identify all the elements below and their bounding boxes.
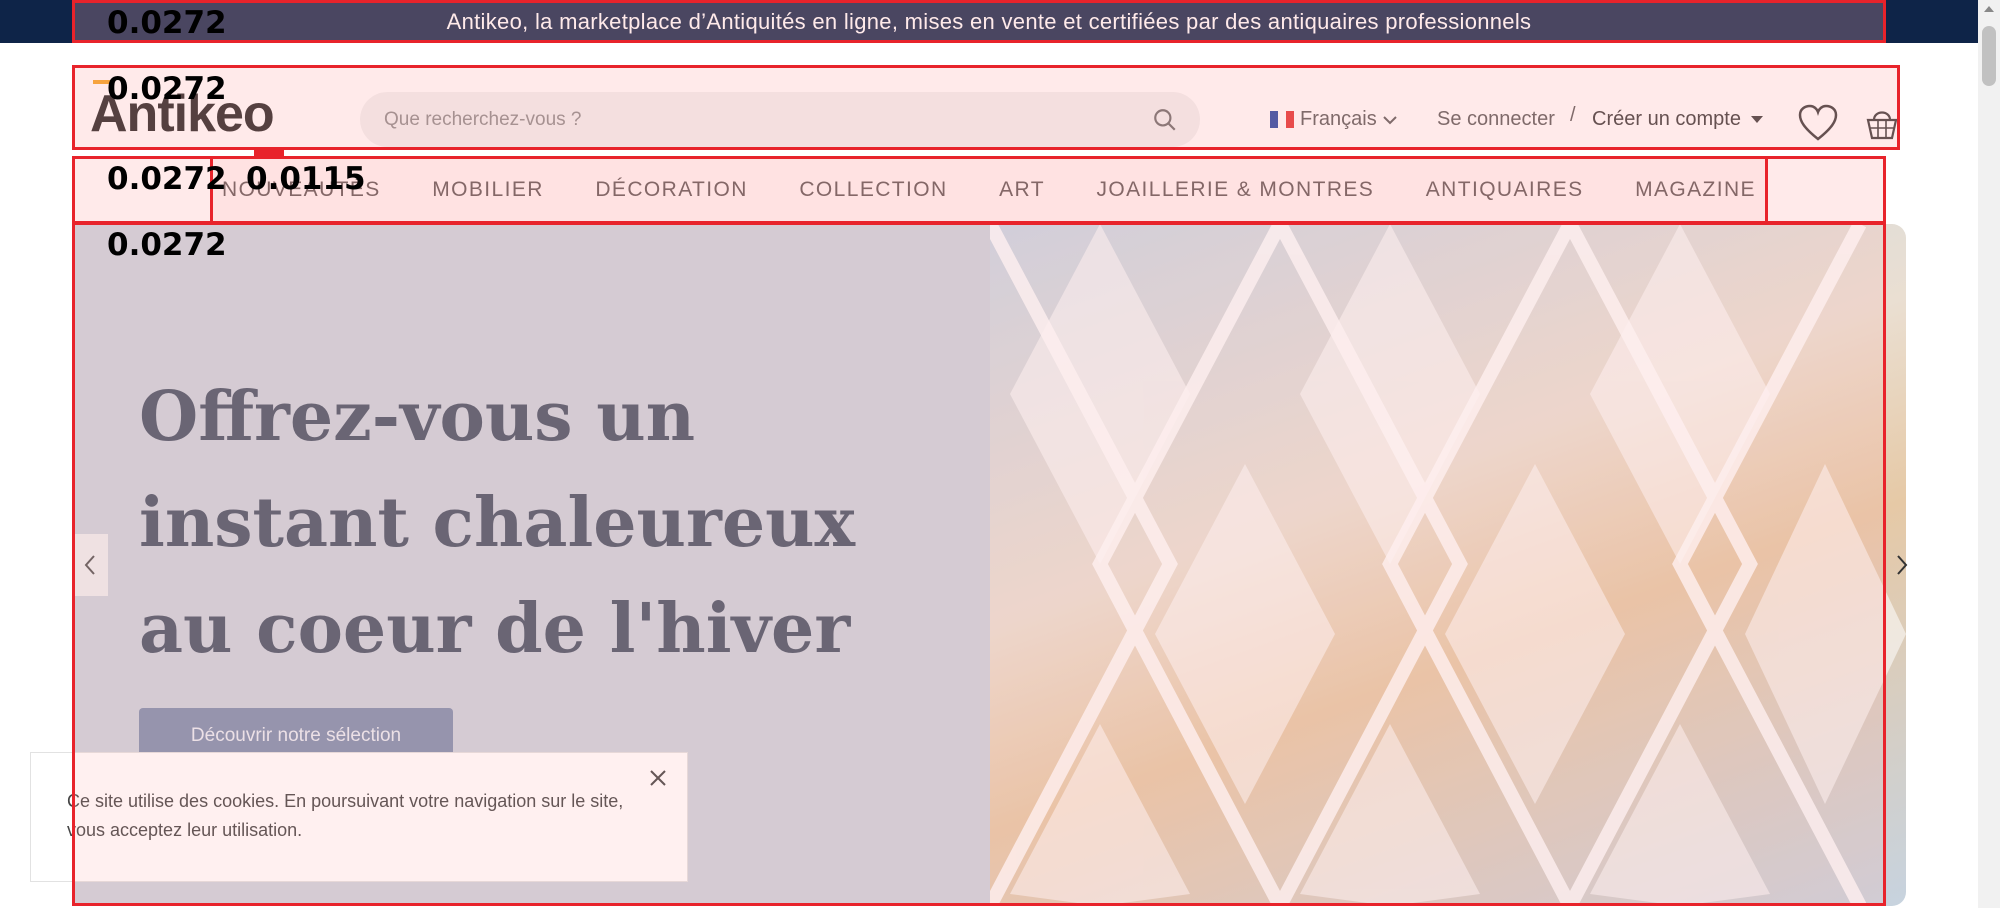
search-bar[interactable] bbox=[360, 92, 1200, 147]
heart-icon[interactable] bbox=[1798, 104, 1838, 142]
search-input[interactable] bbox=[382, 107, 1152, 132]
score-label-topbar: 0.0272 bbox=[107, 5, 227, 41]
nav-item-joaillerie[interactable]: JOAILLERIE & MONTRES bbox=[1096, 178, 1374, 202]
carousel-prev-button[interactable] bbox=[72, 534, 108, 596]
nav-item-mobilier[interactable]: MOBILIER bbox=[432, 178, 544, 202]
score-label-nav: 0.0272 bbox=[107, 161, 227, 197]
chevron-left-icon bbox=[84, 555, 95, 575]
login-link[interactable]: Se connecter bbox=[1437, 108, 1555, 131]
caret-down-icon bbox=[1750, 116, 1763, 123]
language-selector[interactable]: Français bbox=[1270, 108, 1397, 131]
score-label-header: 0.0272 bbox=[107, 71, 227, 107]
auth-separator: / bbox=[1570, 104, 1576, 126]
french-flag-icon bbox=[1270, 111, 1294, 128]
cookie-notice: Ce site utilise des cookies. En poursuiv… bbox=[30, 752, 688, 882]
chevron-down-icon bbox=[1382, 115, 1397, 124]
diamond-pattern bbox=[983, 224, 1906, 906]
carousel-next-button[interactable] bbox=[1884, 534, 1920, 596]
signup-dropdown[interactable]: Créer un compte bbox=[1592, 108, 1763, 131]
score-label-hero: 0.0272 bbox=[107, 227, 227, 263]
score-label-nav-inner: 0.0115 bbox=[246, 161, 366, 197]
cookie-text: Ce site utilise des cookies. En poursuiv… bbox=[67, 791, 624, 840]
language-label: Français bbox=[1300, 108, 1377, 130]
search-icon[interactable] bbox=[1152, 107, 1178, 133]
nav-item-decoration[interactable]: DÉCORATION bbox=[595, 178, 747, 202]
hero-title: Offrez-vous un instant chaleureux au coe… bbox=[139, 377, 856, 669]
scroll-up-icon[interactable] bbox=[1984, 6, 1994, 12]
nav-item-magazine[interactable]: MAGAZINE bbox=[1635, 178, 1756, 202]
basket-icon[interactable] bbox=[1864, 104, 1900, 142]
hero-image bbox=[983, 224, 1906, 906]
nav-item-collection[interactable]: COLLECTION bbox=[799, 178, 947, 202]
announcement-text: Antikeo, la marketplace d’Antiquités en … bbox=[446, 8, 1532, 34]
main-nav: NOUVEAUTÉS MOBILIER DÉCORATION COLLECTIO… bbox=[212, 158, 1766, 222]
announcement-bar: Antikeo, la marketplace d’Antiquités en … bbox=[0, 0, 1978, 43]
close-icon[interactable] bbox=[647, 767, 669, 789]
chevron-right-icon bbox=[1897, 555, 1908, 575]
nav-item-art[interactable]: ART bbox=[999, 178, 1045, 202]
scrollbar-thumb[interactable] bbox=[1982, 26, 1996, 86]
overlay-marker bbox=[254, 149, 284, 158]
nav-item-antiquaires[interactable]: ANTIQUAIRES bbox=[1426, 178, 1584, 202]
page-scrollbar[interactable] bbox=[1978, 0, 2000, 908]
signup-label: Créer un compte bbox=[1592, 108, 1741, 130]
